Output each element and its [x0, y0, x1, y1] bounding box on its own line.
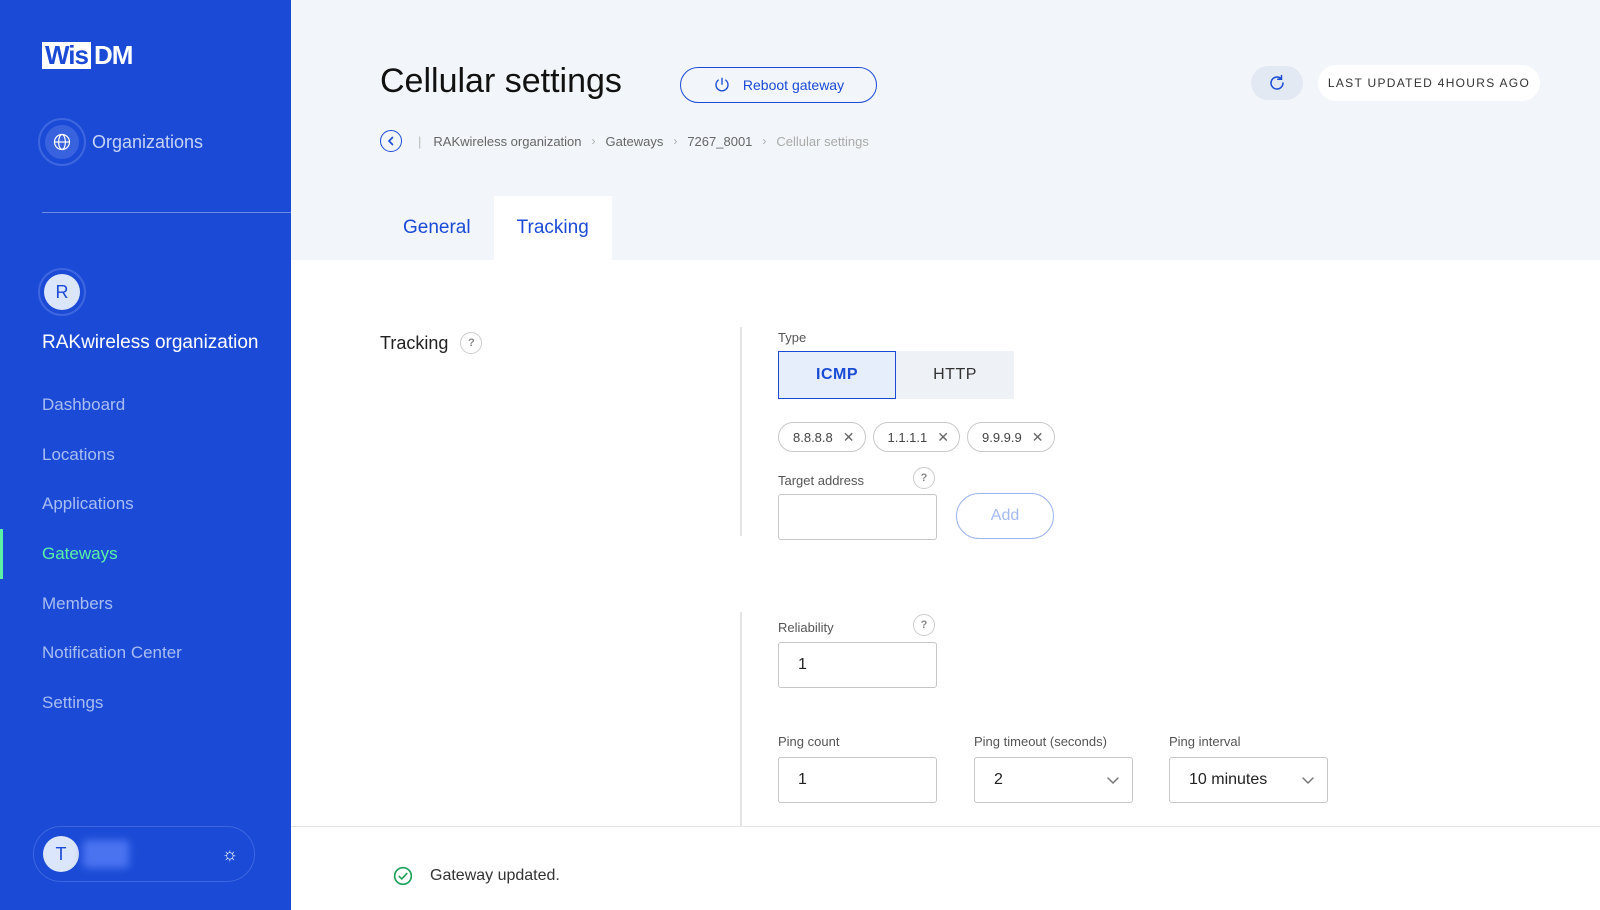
- breadcrumb-organization[interactable]: RAKwireless organization: [433, 134, 581, 149]
- reboot-gateway-button[interactable]: Reboot gateway: [680, 67, 877, 103]
- ping-timeout-select[interactable]: 2: [974, 757, 1133, 803]
- tracking-section-label: Tracking: [380, 332, 449, 353]
- tab-tracking[interactable]: Tracking: [493, 196, 612, 260]
- refresh-button[interactable]: [1251, 66, 1303, 100]
- toast-message: Gateway updated.: [430, 867, 560, 884]
- section-divider: [740, 612, 742, 827]
- check-circle-icon: [393, 866, 413, 886]
- org-avatar-initial: R: [44, 274, 80, 310]
- sidebar-item-applications[interactable]: Applications: [0, 479, 291, 529]
- breadcrumb-gateway-id[interactable]: 7267_8001: [687, 134, 752, 149]
- user-name-redacted: [83, 840, 129, 868]
- tracking-panel: Tracking ? Type ICMP HTTP 8.8.8.8 ✕ 1.1.…: [291, 260, 1600, 910]
- sidebar-divider: [42, 212, 291, 213]
- sidebar-nav: Dashboard Locations Applications Gateway…: [0, 380, 291, 728]
- sidebar-item-locations[interactable]: Locations: [0, 430, 291, 480]
- chevron-down-icon: [1107, 777, 1119, 785]
- close-icon[interactable]: ✕: [843, 429, 855, 446]
- target-chip-label: 8.8.8.8: [793, 429, 833, 445]
- chevron-right-icon: ›: [673, 134, 678, 148]
- ping-interval-label: Ping interval: [1169, 734, 1241, 749]
- sidebar-item-dashboard[interactable]: Dashboard: [0, 380, 291, 430]
- target-chip: 9.9.9.9 ✕: [967, 422, 1055, 452]
- ping-timeout-value: 2: [994, 771, 1003, 788]
- sidebar: Wis DM Organizations R RAKwireless organ…: [0, 0, 291, 910]
- target-chip: 1.1.1.1 ✕: [872, 422, 960, 452]
- close-icon[interactable]: ✕: [937, 429, 949, 446]
- breadcrumb-divider: |: [418, 133, 422, 149]
- organizations-link[interactable]: Organizations: [38, 118, 203, 166]
- organizations-label: Organizations: [92, 131, 204, 152]
- ping-count-input[interactable]: 1: [778, 757, 937, 803]
- target-address-input[interactable]: [778, 494, 937, 540]
- chevron-left-icon: [387, 136, 394, 146]
- help-icon[interactable]: ?: [913, 614, 935, 636]
- ping-interval-value: 10 minutes: [1189, 771, 1268, 788]
- target-chip: 8.8.8.8 ✕: [778, 422, 866, 452]
- logo-text-dm: DM: [94, 40, 133, 70]
- target-chips: 8.8.8.8 ✕ 1.1.1.1 ✕ 9.9.9.9 ✕: [778, 422, 1055, 452]
- org-name: RAKwireless organization: [42, 332, 259, 353]
- type-label: Type: [778, 330, 807, 345]
- tabs: General Tracking: [380, 196, 612, 260]
- tab-general[interactable]: General: [380, 196, 494, 260]
- org-avatar[interactable]: R: [38, 268, 86, 316]
- user-avatar: T: [43, 836, 79, 872]
- help-icon[interactable]: ?: [460, 332, 483, 354]
- refresh-icon: [1270, 74, 1284, 90]
- sidebar-item-notification-center[interactable]: Notification Center: [0, 628, 291, 678]
- breadcrumb-gateways[interactable]: Gateways: [606, 134, 664, 149]
- chevron-right-icon: ›: [762, 134, 767, 148]
- target-chip-label: 9.9.9.9: [982, 429, 1022, 445]
- type-option-http[interactable]: HTTP: [896, 351, 1014, 399]
- help-icon[interactable]: ?: [913, 467, 935, 489]
- sidebar-item-members[interactable]: Members: [0, 579, 291, 629]
- page-title: Cellular settings: [380, 62, 622, 100]
- wisdm-logo[interactable]: Wis DM: [42, 40, 133, 70]
- reliability-input[interactable]: 1: [778, 642, 937, 688]
- ping-timeout-label: Ping timeout (seconds): [974, 734, 1107, 749]
- target-chip-label: 1.1.1.1: [887, 429, 928, 445]
- type-option-icmp[interactable]: ICMP: [778, 351, 896, 399]
- footer-divider: [291, 826, 1600, 827]
- tracking-section-title: Tracking ?: [380, 332, 483, 354]
- logo-text-wis: Wis: [42, 42, 91, 69]
- user-menu[interactable]: T ☼: [33, 826, 255, 882]
- globe-icon: [53, 133, 71, 151]
- breadcrumb-current: Cellular settings: [776, 133, 869, 149]
- breadcrumb: | RAKwireless organization › Gateways › …: [380, 130, 869, 152]
- sidebar-item-gateways[interactable]: Gateways: [0, 529, 291, 579]
- gear-icon[interactable]: ☼: [222, 844, 239, 864]
- chevron-right-icon: ›: [591, 134, 596, 148]
- reboot-gateway-label: Reboot gateway: [742, 77, 845, 93]
- globe-icon-wrapper: [38, 118, 86, 166]
- back-button[interactable]: [380, 130, 402, 152]
- sidebar-item-settings[interactable]: Settings: [0, 678, 291, 728]
- section-divider: [740, 327, 742, 536]
- chevron-down-icon: [1302, 777, 1314, 785]
- add-target-button[interactable]: Add: [956, 493, 1054, 539]
- success-toast: Gateway updated.: [393, 866, 560, 886]
- close-icon[interactable]: ✕: [1032, 429, 1044, 446]
- last-updated-badge: LAST UPDATED 4HOURS AGO: [1318, 65, 1540, 101]
- target-address-label: Target address: [778, 473, 864, 488]
- type-toggle: ICMP HTTP: [778, 351, 1014, 399]
- ping-count-label: Ping count: [778, 734, 840, 749]
- reliability-label: Reliability: [778, 620, 834, 635]
- ping-interval-select[interactable]: 10 minutes: [1169, 757, 1328, 803]
- power-icon: [715, 77, 729, 92]
